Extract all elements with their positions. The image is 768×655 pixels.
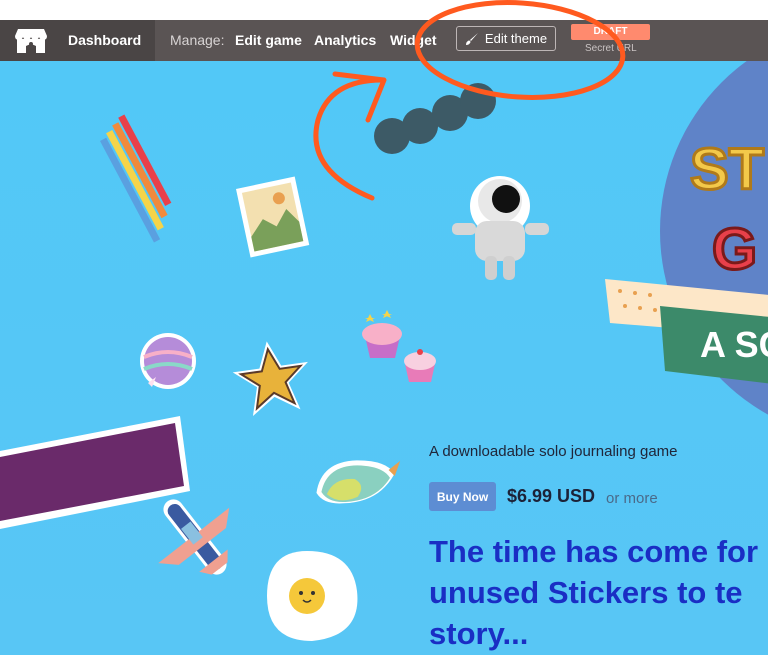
window-top-strip [0,0,768,20]
analytics-link[interactable]: Analytics [314,32,376,48]
brush-icon [465,32,478,45]
bird-sticker [316,460,401,504]
edit-theme-button[interactable]: Edit theme [456,26,556,51]
edit-game-link[interactable]: Edit game [235,32,302,48]
itchio-logo-icon [15,29,47,53]
cupcakes-sticker [362,310,436,382]
planet-sticker [140,333,196,389]
dashboard-link[interactable]: Dashboard [68,32,141,48]
title-fragment-1: ST [690,137,764,202]
price-suffix: or more [606,490,658,507]
astronaut-sticker [452,176,549,280]
top-navbar: Dashboard Manage: Edit game Analytics Wi… [0,20,768,61]
greetings-stamp-sticker [236,176,310,258]
game-headline: The time has come for unused Stickers to… [429,534,759,651]
game-page: ST G A SC A downloadable solo journaling… [0,61,768,655]
dark-dots-sticker [374,83,496,154]
widget-link[interactable]: Widget [390,32,437,48]
draft-badge: DRAFT [571,24,650,40]
game-tagline: A downloadable solo journaling game [429,443,678,460]
price-label: $6.99 USD [507,486,596,506]
color-strips-sticker [100,114,172,243]
manage-label: Manage: [170,32,225,48]
purple-tape-sticker [0,416,190,529]
buy-now-button[interactable]: Buy Now [429,482,496,511]
egg-sticker [267,551,358,641]
secret-url-link[interactable]: Secret URL [585,43,637,54]
title-fragment-3: A SC [700,324,768,365]
dashboard-home[interactable]: Dashboard [0,20,155,61]
star-sticker [232,341,308,417]
edit-theme-label: Edit theme [484,31,548,46]
title-fragment-2: G [712,217,757,282]
title-art: ST G A SC [605,61,768,415]
